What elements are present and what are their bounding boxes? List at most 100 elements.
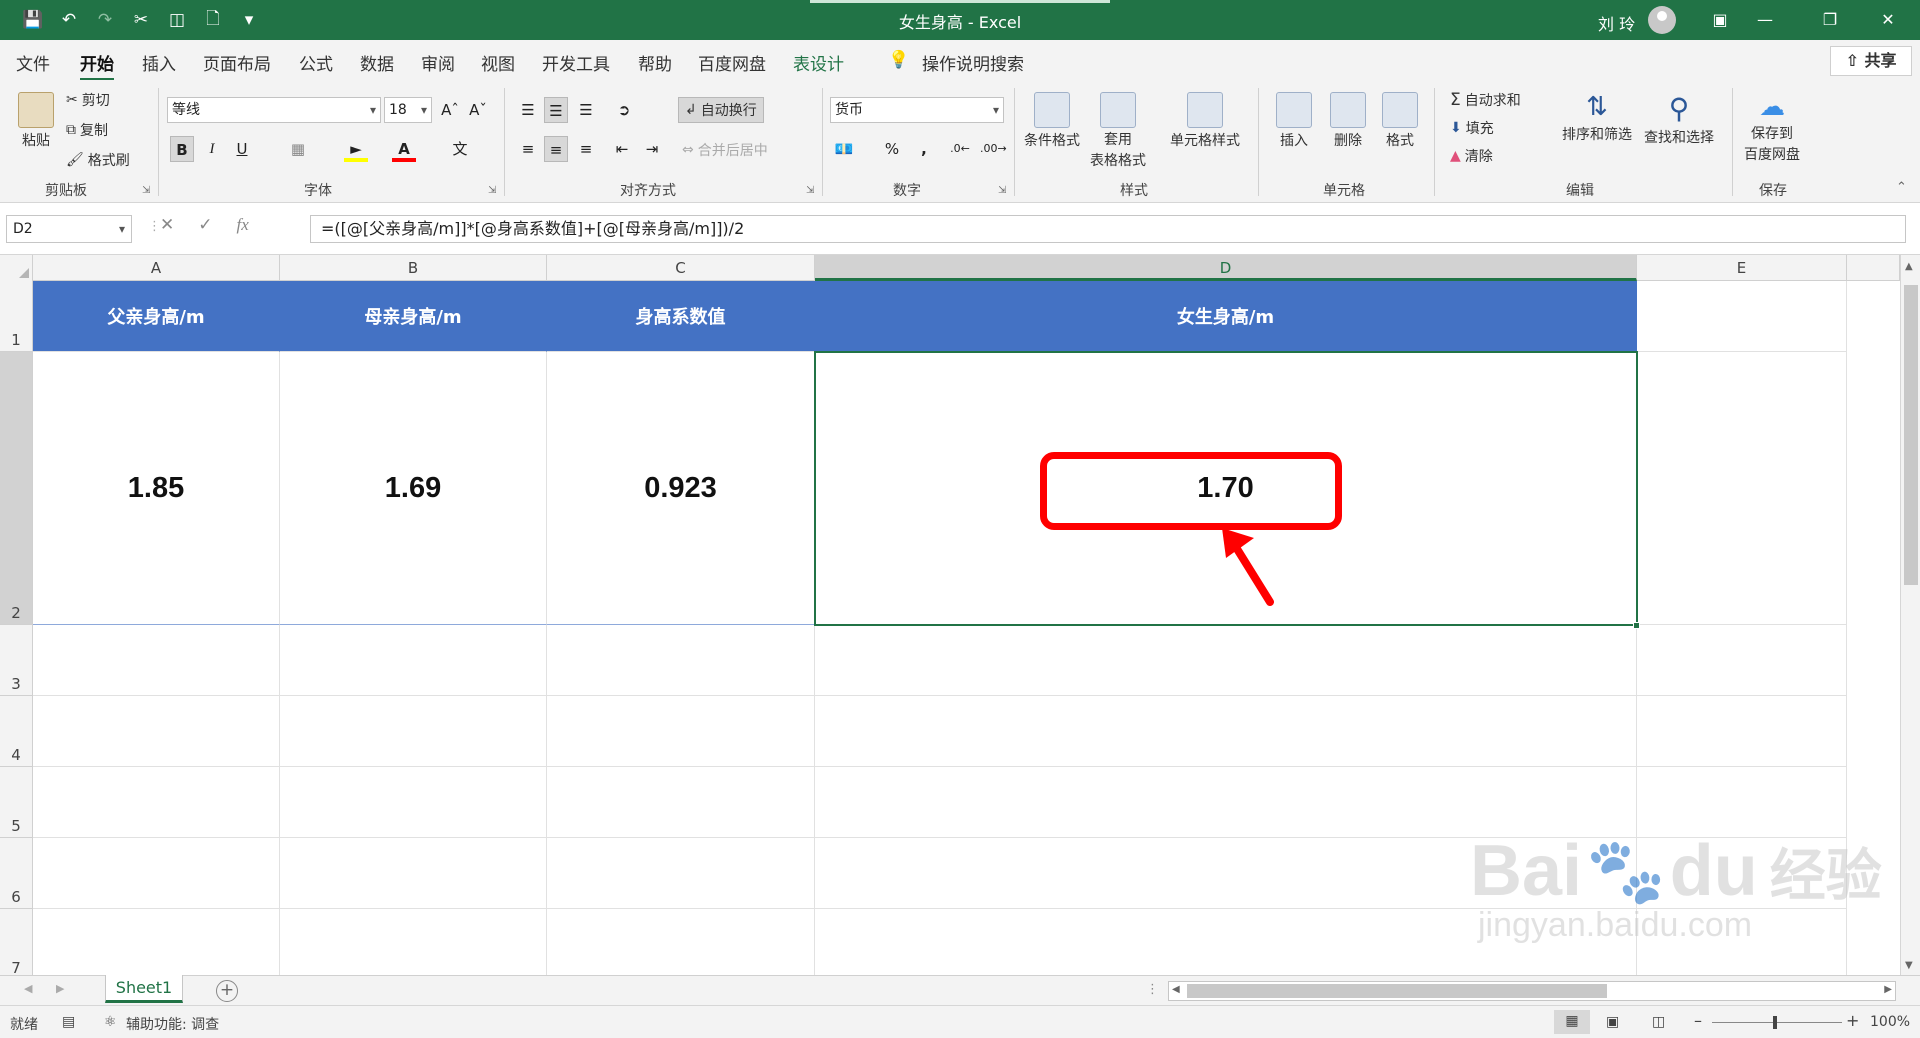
column-header-d[interactable]: D bbox=[815, 255, 1637, 281]
insert-cells-button[interactable]: 插入 bbox=[1276, 92, 1312, 150]
vertical-scroll-thumb[interactable] bbox=[1904, 285, 1918, 585]
alignment-launcher-icon[interactable]: ⇲ bbox=[806, 185, 814, 196]
minimize-icon[interactable]: — bbox=[1745, 6, 1785, 34]
accessibility-status[interactable]: 辅助功能: 调查 bbox=[126, 1014, 219, 1034]
empty-cell[interactable] bbox=[1637, 696, 1847, 767]
row-header-6[interactable]: 6 bbox=[0, 838, 33, 909]
align-right-icon[interactable]: ≡ bbox=[574, 136, 598, 162]
font-launcher-icon[interactable]: ⇲ bbox=[488, 185, 496, 196]
number-launcher-icon[interactable]: ⇲ bbox=[998, 185, 1006, 196]
user-name[interactable]: 刘 玲 bbox=[1598, 11, 1635, 35]
font-size-select[interactable]: 18 bbox=[384, 97, 432, 123]
font-color-icon[interactable]: A bbox=[392, 136, 416, 162]
add-sheet-icon[interactable]: + bbox=[216, 980, 238, 1002]
tab-file[interactable]: 文件 bbox=[16, 50, 50, 75]
save-to-netdisk-button[interactable]: ☁ 保存到 百度网盘 bbox=[1744, 92, 1800, 164]
column-header-c[interactable]: C bbox=[547, 255, 815, 281]
delete-cells-button[interactable]: 删除 bbox=[1330, 92, 1366, 150]
row-header-1[interactable]: 1 bbox=[0, 281, 33, 352]
enter-icon[interactable]: ✓ bbox=[198, 215, 212, 235]
align-top-icon[interactable]: ☰ bbox=[516, 97, 540, 123]
empty-cell[interactable] bbox=[33, 625, 280, 696]
table-header-cell[interactable]: 身高系数值 bbox=[547, 281, 815, 352]
tab-view[interactable]: 视图 bbox=[481, 50, 515, 75]
tab-baidu-netdisk[interactable]: 百度网盘 bbox=[698, 50, 766, 75]
empty-cell[interactable] bbox=[33, 909, 280, 975]
horizontal-scrollbar[interactable]: ◀ ▶ bbox=[1168, 981, 1896, 1001]
phonetic-icon[interactable]: 文 bbox=[448, 136, 472, 162]
align-middle-icon[interactable]: ☰ bbox=[544, 97, 568, 123]
font-name-select[interactable]: 等线 bbox=[167, 97, 381, 123]
prev-sheet-icon[interactable]: ◀ bbox=[24, 982, 32, 995]
tab-table-design[interactable]: 表设计 bbox=[793, 50, 844, 75]
clipboard-launcher-icon[interactable]: ⇲ bbox=[142, 185, 150, 196]
scroll-up-icon[interactable]: ▲ bbox=[1905, 261, 1913, 272]
vertical-scrollbar[interactable]: ▲ ▼ bbox=[1900, 255, 1920, 975]
merge-center-button[interactable]: ⇔ 合并后居中 bbox=[682, 140, 768, 160]
empty-cell[interactable] bbox=[33, 767, 280, 838]
comma-button[interactable]: , bbox=[912, 136, 936, 162]
format-as-table-button[interactable]: 套用 表格格式 bbox=[1090, 92, 1146, 170]
tell-me-search[interactable]: 操作说明搜索 bbox=[922, 50, 1024, 75]
wrap-text-button[interactable]: ↲ 自动换行 bbox=[678, 97, 764, 123]
formula-input[interactable]: =([@[父亲身高/m]]*[@身高系数值]+[@[母亲身高/m]])/2 bbox=[310, 215, 1906, 243]
fill-color-icon[interactable]: ► bbox=[344, 136, 368, 162]
select-all-corner[interactable] bbox=[0, 255, 33, 281]
table-cell[interactable]: 1.69 bbox=[280, 352, 547, 625]
table-header-cell[interactable]: 父亲身高/m bbox=[33, 281, 280, 352]
cell-styles-button[interactable]: 单元格样式 bbox=[1170, 92, 1240, 150]
close-icon[interactable]: ✕ bbox=[1868, 6, 1908, 34]
format-cells-button[interactable]: 格式 bbox=[1382, 92, 1418, 150]
empty-cell[interactable] bbox=[815, 696, 1637, 767]
align-center-icon[interactable]: ≡ bbox=[544, 136, 568, 162]
empty-cell[interactable] bbox=[547, 909, 815, 975]
empty-cell[interactable] bbox=[1637, 767, 1847, 838]
empty-cell[interactable] bbox=[1637, 352, 1847, 625]
avatar[interactable] bbox=[1648, 6, 1676, 34]
empty-cell[interactable] bbox=[280, 625, 547, 696]
column-header-e[interactable]: E bbox=[1637, 255, 1847, 281]
clear-button[interactable]: ▲ 清除 bbox=[1450, 146, 1493, 166]
empty-cell[interactable] bbox=[547, 696, 815, 767]
percent-button[interactable]: % bbox=[880, 136, 904, 162]
orientation-icon[interactable]: ➲ bbox=[612, 97, 636, 123]
cancel-icon[interactable]: ✕ bbox=[160, 215, 174, 235]
tab-formulas[interactable]: 公式 bbox=[299, 50, 333, 75]
number-format-select[interactable]: 货币 bbox=[830, 97, 1004, 123]
name-box[interactable]: D2 bbox=[6, 215, 132, 243]
restore-icon[interactable]: ❐ bbox=[1810, 6, 1850, 34]
row-header-2[interactable]: 2 bbox=[0, 352, 33, 625]
column-header-a[interactable]: A bbox=[33, 255, 280, 281]
underline-button[interactable]: U bbox=[230, 136, 254, 162]
row-header-4[interactable]: 4 bbox=[0, 696, 33, 767]
empty-cell[interactable] bbox=[815, 767, 1637, 838]
empty-cell[interactable] bbox=[1637, 281, 1847, 352]
next-sheet-icon[interactable]: ▶ bbox=[56, 982, 64, 995]
copy-button[interactable]: ⧉ 复制 bbox=[66, 120, 108, 140]
fill-handle[interactable] bbox=[1633, 622, 1640, 629]
column-header-b[interactable]: B bbox=[280, 255, 547, 281]
row-header-5[interactable]: 5 bbox=[0, 767, 33, 838]
zoom-slider-thumb[interactable] bbox=[1773, 1016, 1777, 1029]
empty-cell[interactable] bbox=[547, 838, 815, 909]
row-header-7[interactable]: 7 bbox=[0, 909, 33, 975]
macro-record-icon[interactable]: ▤ bbox=[62, 1014, 75, 1030]
collapse-ribbon-icon[interactable]: ⌃ bbox=[1896, 180, 1907, 195]
empty-cell[interactable] bbox=[280, 696, 547, 767]
empty-cell[interactable] bbox=[547, 625, 815, 696]
sheet-tab-sheet1[interactable]: Sheet1 bbox=[105, 975, 183, 1003]
autosum-button[interactable]: Σ 自动求和 bbox=[1450, 90, 1521, 110]
zoom-in-icon[interactable]: + bbox=[1846, 1011, 1859, 1030]
find-select-button[interactable]: ⚲ 查找和选择 bbox=[1644, 92, 1714, 147]
conditional-format-button[interactable]: 条件格式 bbox=[1024, 92, 1080, 150]
table-header-cell[interactable]: 母亲身高/m bbox=[280, 281, 547, 352]
zoom-level[interactable]: 100% bbox=[1870, 1014, 1910, 1030]
borders-icon[interactable]: ▦ bbox=[286, 136, 310, 162]
increase-font-icon[interactable]: Aˆ bbox=[438, 97, 462, 123]
accessibility-icon[interactable]: ⚛ bbox=[104, 1014, 117, 1030]
empty-cell[interactable] bbox=[1637, 625, 1847, 696]
horizontal-scroll-thumb[interactable] bbox=[1187, 984, 1607, 998]
fill-button[interactable]: ⬇ 填充 bbox=[1450, 118, 1494, 138]
italic-button[interactable]: I bbox=[200, 136, 224, 162]
scroll-right-icon[interactable]: ▶ bbox=[1884, 984, 1892, 995]
